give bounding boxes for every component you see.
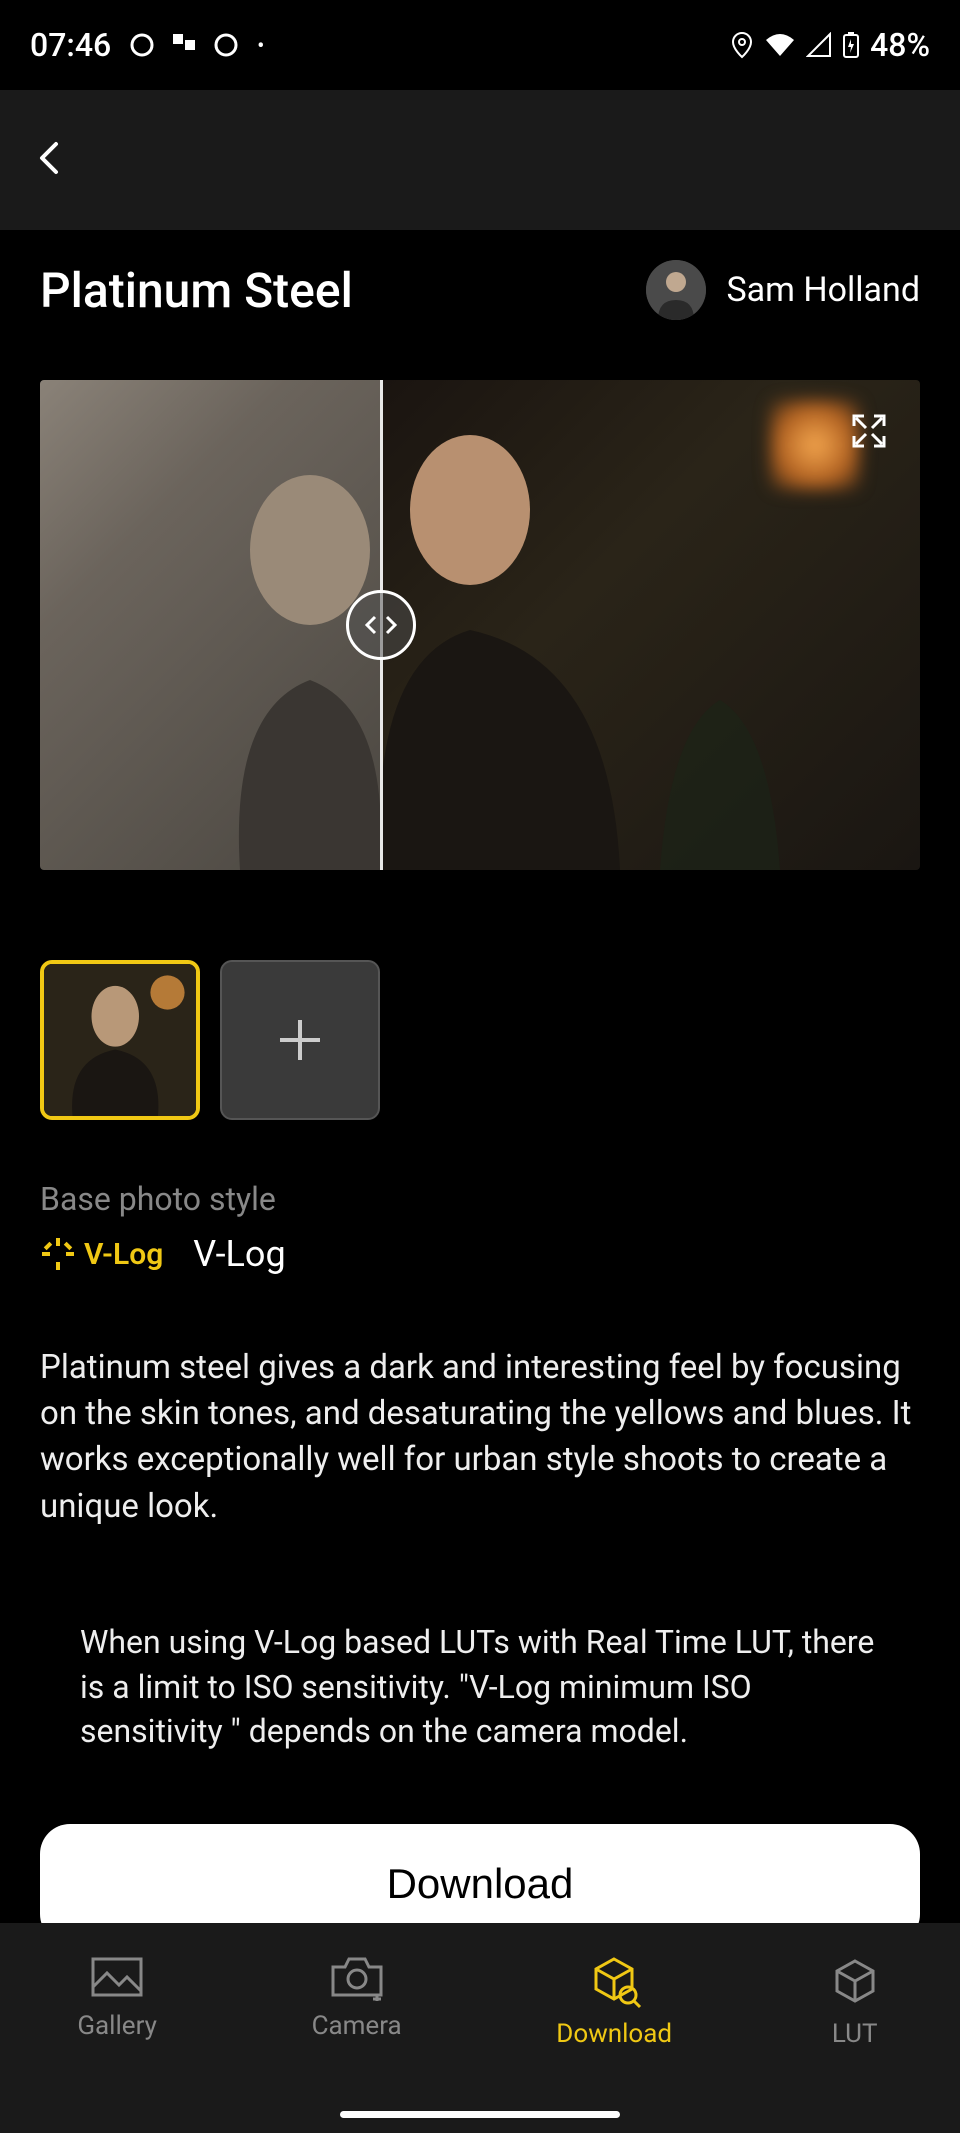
- preview-before: [40, 380, 380, 870]
- status-time: 07:46: [30, 26, 111, 64]
- nav-gallery[interactable]: Gallery: [77, 1953, 157, 2041]
- nav-lut[interactable]: LUT: [827, 1953, 883, 2049]
- base-style-section: Base photo style V-Log V-Log: [0, 1160, 960, 1295]
- vlog-badge: V-Log: [40, 1236, 163, 1272]
- vlog-badge-text: V-Log: [84, 1237, 163, 1272]
- title-row: Platinum Steel Sam Holland: [0, 230, 960, 360]
- nav-camera-label: Camera: [312, 2011, 402, 2041]
- fullscreen-button[interactable]: [848, 410, 890, 456]
- thumbnail-row: [0, 870, 960, 1160]
- app-header: [0, 90, 960, 230]
- camera-icon: [329, 1953, 385, 2001]
- cube-search-icon: [586, 1953, 642, 2009]
- wifi-icon: [764, 32, 796, 58]
- nav-camera[interactable]: Camera: [312, 1953, 402, 2041]
- battery-icon: [842, 31, 860, 59]
- compare-handle[interactable]: [346, 590, 416, 660]
- nav-lut-label: LUT: [832, 2019, 878, 2049]
- base-style-name: V-Log: [193, 1233, 285, 1275]
- vlog-warning: When using V-Log based LUTs with Real Ti…: [0, 1550, 960, 1804]
- nav-download-label: Download: [556, 2019, 672, 2049]
- lut-title: Platinum Steel: [40, 262, 353, 319]
- signal-icon: [806, 32, 832, 58]
- status-dot-icon: •: [257, 33, 264, 57]
- status-tiles-icon: [173, 34, 195, 56]
- bottom-nav: Gallery Camera Download LUT: [0, 1923, 960, 2133]
- preview-compare[interactable]: [40, 380, 920, 870]
- battery-percent: 48%: [870, 26, 930, 64]
- add-thumbnail[interactable]: [220, 960, 380, 1120]
- nav-download[interactable]: Download: [556, 1953, 672, 2049]
- preview-after: [380, 380, 920, 870]
- gallery-icon: [89, 1953, 145, 2001]
- plus-icon: [270, 1010, 330, 1070]
- status-circle-icon: [129, 32, 155, 58]
- lut-description: Platinum steel gives a dark and interest…: [0, 1295, 960, 1550]
- author-avatar: [646, 260, 706, 320]
- sun-icon: [40, 1236, 76, 1272]
- status-bar: 07:46 • 48%: [0, 0, 960, 90]
- author[interactable]: Sam Holland: [646, 260, 920, 320]
- nav-gallery-label: Gallery: [77, 2011, 157, 2041]
- back-button[interactable]: [30, 138, 70, 182]
- author-name: Sam Holland: [726, 270, 920, 310]
- cube-icon: [827, 1953, 883, 2009]
- location-icon: [730, 31, 754, 59]
- thumbnail-1[interactable]: [40, 960, 200, 1120]
- base-style-label: Base photo style: [40, 1180, 920, 1218]
- status-circle-icon-2: [213, 32, 239, 58]
- home-indicator[interactable]: [340, 2111, 620, 2118]
